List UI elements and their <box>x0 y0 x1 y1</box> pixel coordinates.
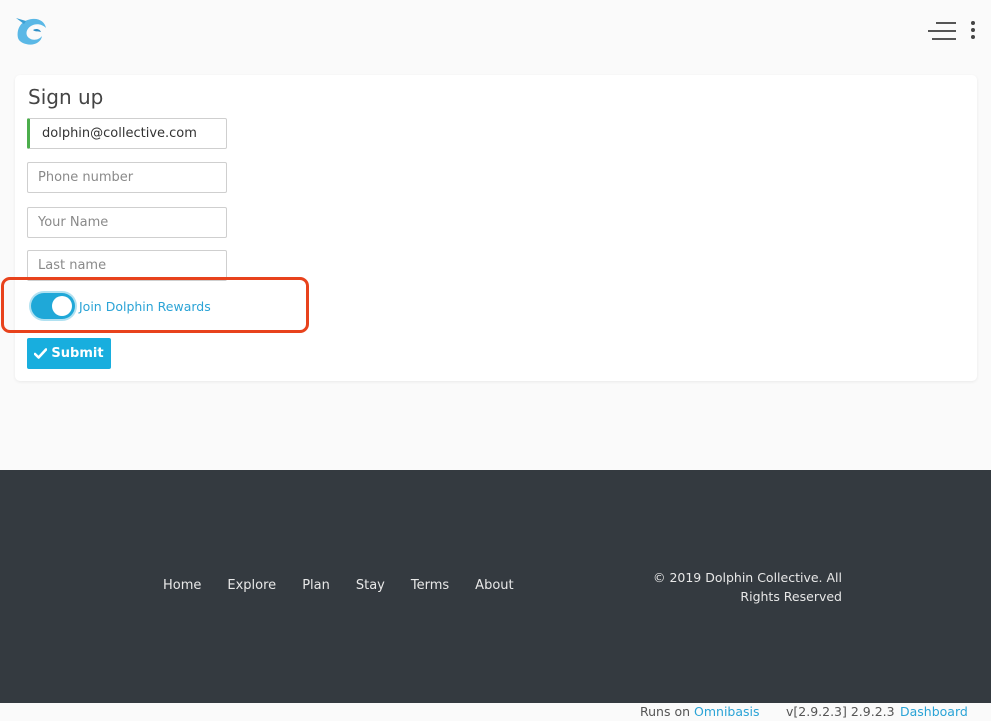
phone-number-field[interactable] <box>27 162 227 193</box>
footer-link-about[interactable]: About <box>475 578 513 593</box>
copyright-line-2: Rights Reserved <box>740 589 842 604</box>
omnibasis-link[interactable]: Omnibasis <box>694 704 760 719</box>
footer-link-terms[interactable]: Terms <box>411 578 449 593</box>
signup-card: Sign up Join Dolphin Rewards Submit <box>15 75 977 381</box>
footer-link-plan[interactable]: Plan <box>302 578 330 593</box>
footer-link-explore[interactable]: Explore <box>227 578 276 593</box>
bottom-bar: Runs on Omnibasis v[2.9.2.3] 2.9.2.3 Das… <box>0 703 991 721</box>
footer-nav: Home Explore Plan Stay Terms About <box>163 578 514 593</box>
version-text: v[2.9.2.3] 2.9.2.3 <box>786 704 895 719</box>
footer-link-stay[interactable]: Stay <box>356 578 385 593</box>
copyright-text: © 2019 Dolphin Collective. All Rights Re… <box>620 568 842 606</box>
check-icon <box>34 348 48 359</box>
email-field[interactable] <box>27 118 227 149</box>
site-footer: Home Explore Plan Stay Terms About © 201… <box>0 470 991 703</box>
runs-on-label: Runs on <box>640 704 691 719</box>
page-title: Sign up <box>28 85 104 109</box>
submit-button[interactable]: Submit <box>27 338 111 369</box>
top-header <box>0 0 991 64</box>
submit-label: Submit <box>51 346 104 361</box>
highlight-frame <box>1 277 309 333</box>
footer-link-home[interactable]: Home <box>163 578 201 593</box>
your-name-field[interactable] <box>27 207 227 238</box>
copyright-line-1: © 2019 Dolphin Collective. All <box>652 570 842 585</box>
runs-on-text: Runs on Omnibasis <box>640 704 760 719</box>
vertical-dots-icon[interactable] <box>966 20 980 42</box>
dashboard-link[interactable]: Dashboard <box>900 704 968 719</box>
hamburger-menu-icon[interactable] <box>926 20 956 42</box>
dolphin-logo-icon[interactable] <box>12 14 50 48</box>
